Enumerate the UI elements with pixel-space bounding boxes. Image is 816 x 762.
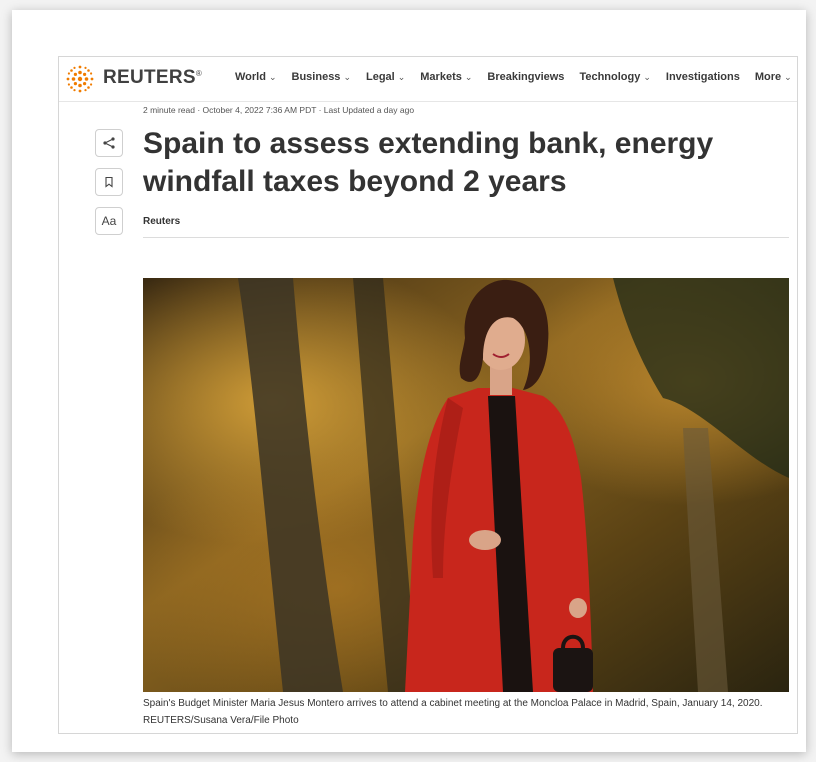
- nav-label: Legal: [365, 71, 395, 83]
- chevron-down-icon: ⌄: [784, 71, 792, 82]
- browser-page: REUTERS® World ⌄ Business ⌄ Legal ⌄ Markets…: [58, 56, 798, 734]
- chevron-down-icon: ⌄: [464, 71, 473, 82]
- nav-label: World: [235, 71, 266, 83]
- nav-item-world[interactable]: World ⌄: [235, 71, 277, 83]
- share-icon: [103, 137, 115, 149]
- nav-item-business[interactable]: Business ⌄: [292, 71, 351, 83]
- bookmark-icon: [105, 176, 113, 188]
- chevron-down-icon: ⌄: [643, 71, 651, 82]
- article-byline[interactable]: Reuters: [143, 216, 180, 227]
- photo-caption: Spain's Budget Minister Maria Jesus Mont…: [143, 698, 763, 726]
- screenshot-card: REUTERS® World ⌄ Business ⌄ Legal ⌄ Markets…: [12, 10, 806, 752]
- nav-item-investigations[interactable]: Investigations: [666, 71, 740, 83]
- nav-label: Business: [291, 71, 341, 83]
- reuters-logo-icon[interactable]: [65, 64, 95, 94]
- nav-item-more[interactable]: More ⌄: [755, 71, 792, 83]
- article-headline: Spain to assess extending bank, energy w…: [143, 127, 714, 198]
- bookmark-button[interactable]: [95, 168, 123, 196]
- share-button[interactable]: [95, 129, 123, 157]
- nav-label: More: [754, 71, 782, 83]
- brand-registered-mark: ®: [195, 69, 203, 78]
- nav-item-legal[interactable]: Legal ⌄: [366, 71, 405, 83]
- nav-item-breakingviews[interactable]: Breakingviews: [487, 71, 564, 83]
- nav-label: Technology: [579, 71, 641, 83]
- brand-wordmark[interactable]: REUTERS®: [103, 67, 202, 89]
- article-photo[interactable]: [143, 278, 789, 692]
- brand-name: REUTERS: [103, 67, 196, 88]
- main-nav: World ⌄ Business ⌄ Legal ⌄ Markets ⌄ Breakin…: [235, 71, 797, 83]
- nav-item-technology[interactable]: Technology ⌄: [579, 71, 650, 83]
- article-meta: 2 minute read · October 4, 2022 7:36 AM …: [143, 105, 415, 115]
- nav-item-markets[interactable]: Markets ⌄: [420, 71, 472, 83]
- site-header: REUTERS® World ⌄ Business ⌄ Legal ⌄ Markets…: [59, 57, 797, 102]
- photo-illustration: [143, 278, 789, 692]
- nav-label: Breakingviews: [487, 71, 565, 83]
- chevron-down-icon: ⌄: [268, 71, 277, 82]
- nav-label: Markets: [420, 71, 462, 83]
- chevron-down-icon: ⌄: [343, 71, 351, 82]
- nav-label: Investigations: [665, 71, 740, 83]
- font-size-button[interactable]: Aa: [95, 207, 123, 235]
- chevron-down-icon: ⌄: [397, 71, 406, 82]
- header-divider: [143, 237, 789, 238]
